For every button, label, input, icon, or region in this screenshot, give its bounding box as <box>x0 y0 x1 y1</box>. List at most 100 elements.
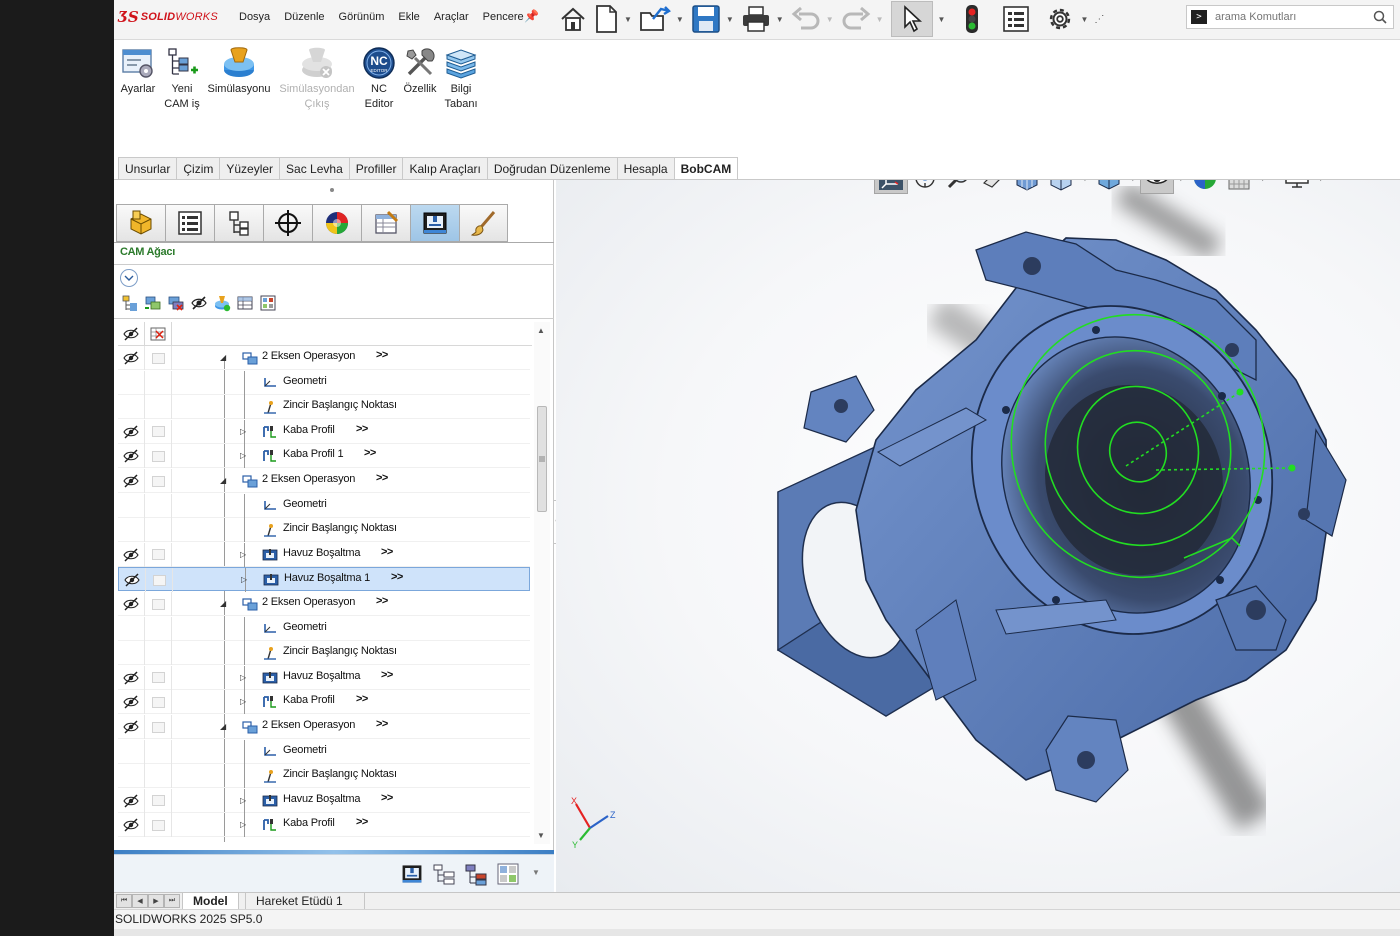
post-cell[interactable] <box>145 419 172 444</box>
select-button[interactable] <box>890 1 933 37</box>
post-checkbox-icon[interactable] <box>151 795 165 807</box>
zoom-to-area-button[interactable] <box>942 180 976 194</box>
expand-arrow-icon[interactable]: ▷ <box>240 451 246 460</box>
post-checkbox-icon[interactable] <box>151 549 165 561</box>
collapse-button[interactable] <box>120 269 138 287</box>
post-cell[interactable] <box>145 592 172 616</box>
post-checkbox-icon[interactable] <box>151 721 165 733</box>
expand-arrow-icon[interactable]: ▷ <box>240 427 246 436</box>
tree-row[interactable]: ▷ Havuz Boşaltma >> <box>118 788 530 813</box>
options-button[interactable] <box>1045 2 1075 36</box>
details-arrows[interactable]: >> <box>356 816 368 828</box>
details-arrows[interactable]: >> <box>364 447 376 459</box>
post-cell[interactable] <box>145 469 172 493</box>
details-arrows[interactable]: >> <box>356 693 368 705</box>
search-input[interactable] <box>1213 10 1363 24</box>
bottom-cam-machine-button[interactable] <box>398 861 426 887</box>
post-cell[interactable] <box>145 518 172 543</box>
details-arrows[interactable]: >> <box>376 472 388 484</box>
print-button[interactable] <box>741 2 771 36</box>
file-properties-button[interactable] <box>1002 2 1030 36</box>
tab-profiller[interactable]: Profiller <box>348 157 403 180</box>
post-checkbox-icon[interactable] <box>151 598 165 610</box>
scroll-up-icon[interactable]: ▲ <box>537 326 545 335</box>
tab-doğrudan-düzenleme[interactable]: Doğrudan Düzenleme <box>486 157 617 180</box>
expand-arrow-icon[interactable]: ▷ <box>240 673 246 682</box>
tree-tool-4-button[interactable] <box>189 293 209 313</box>
tree-tool-2-button[interactable] <box>143 293 163 313</box>
visibility-cell[interactable] <box>118 641 145 666</box>
post-cell[interactable] <box>145 444 172 469</box>
panel-tab-cam-tree[interactable] <box>410 204 459 242</box>
tree-row[interactable]: Geometri <box>118 370 530 395</box>
view-triad-button[interactable] <box>874 180 908 194</box>
tree-row[interactable]: ◢ 2 Eksen Operasyon >> <box>118 592 530 616</box>
header-post-column[interactable] <box>145 322 172 346</box>
tree-tool-7-button[interactable] <box>258 293 278 313</box>
menu-araclar[interactable]: Araçlar <box>427 11 476 23</box>
graphics-area[interactable]: ▼ ▼ ▼ ▼ ▼ X Z <box>556 180 1400 892</box>
tree-row[interactable]: ◢ 2 Eksen Operasyon >> <box>118 346 530 370</box>
chevron-down-icon[interactable]: ▼ <box>1129 180 1137 183</box>
post-checkbox-icon[interactable] <box>151 696 165 708</box>
post-checkbox-icon[interactable] <box>151 352 165 364</box>
tab-unsurlar[interactable]: Unsurlar <box>118 157 177 180</box>
tree-tool-3-button[interactable] <box>166 293 186 313</box>
visibility-cell[interactable] <box>118 370 145 395</box>
post-cell[interactable] <box>145 764 172 789</box>
tab-motion-study[interactable]: Hareket Etüdü 1 <box>245 893 365 910</box>
exit-simulation-button[interactable]: Simülasyondan Çıkış <box>276 46 358 112</box>
scrollbar-thumb[interactable] <box>537 406 547 512</box>
post-cell[interactable] <box>145 493 172 518</box>
details-arrows[interactable]: >> <box>381 792 393 804</box>
collapse-arrow-icon[interactable]: ◢ <box>220 599 226 608</box>
tree-row[interactable]: Zincir Başlangıç Noktası <box>118 641 530 666</box>
menu-ekle[interactable]: Ekle <box>391 11 426 23</box>
expand-arrow-icon[interactable]: ▷ <box>241 575 247 584</box>
post-cell[interactable] <box>145 370 172 395</box>
visibility-cell[interactable] <box>118 592 145 616</box>
visibility-cell[interactable] <box>118 346 145 370</box>
tree-row[interactable]: Geometri <box>118 739 530 764</box>
collapse-arrow-icon[interactable]: ◢ <box>220 722 226 731</box>
solidworks-logo[interactable]: ƷS SOLIDWORKS <box>118 7 218 27</box>
menu-pencere[interactable]: Pencere <box>476 11 531 23</box>
previous-view-button[interactable] <box>976 180 1010 194</box>
post-cell[interactable] <box>145 690 172 715</box>
tab-sac-levha[interactable]: Sac Levha <box>279 157 349 180</box>
tree-row[interactable]: Geometri <box>118 493 530 518</box>
visibility-cell[interactable] <box>118 739 145 764</box>
part-model[interactable] <box>556 180 1400 892</box>
bottom-table-button[interactable] <box>494 861 522 887</box>
panel-tab-feature-tree[interactable] <box>116 204 165 242</box>
chevron-down-icon[interactable]: ▼ <box>1080 15 1088 24</box>
visibility-cell[interactable] <box>118 665 145 690</box>
post-cell[interactable] <box>145 542 172 567</box>
expand-arrow-icon[interactable]: ▷ <box>240 796 246 805</box>
visibility-cell[interactable] <box>118 444 145 469</box>
post-cell[interactable] <box>145 616 172 641</box>
visibility-cell[interactable] <box>119 568 146 593</box>
chevron-down-icon[interactable]: ▼ <box>676 15 684 24</box>
collapse-arrow-icon[interactable]: ◢ <box>220 476 226 485</box>
visibility-cell[interactable] <box>118 469 145 493</box>
tab-model[interactable]: Model <box>182 893 239 910</box>
save-button[interactable] <box>691 2 721 36</box>
apply-scene-button[interactable] <box>1222 180 1256 194</box>
post-cell[interactable] <box>145 715 172 739</box>
visibility-cell[interactable] <box>118 813 145 838</box>
post-checkbox-icon[interactable] <box>151 475 165 487</box>
menu-gorunum[interactable]: Görünüm <box>332 11 392 23</box>
redo-button[interactable] <box>841 2 871 36</box>
nc-editor-button[interactable]: NC EDITOR NC Editor <box>360 46 398 112</box>
post-checkbox-icon[interactable] <box>151 819 165 831</box>
post-cell[interactable] <box>145 641 172 666</box>
menu-dosya[interactable]: Dosya <box>232 11 277 23</box>
details-arrows[interactable]: >> <box>381 546 393 558</box>
panel-tab-dimxpert[interactable] <box>263 204 312 242</box>
scroll-down-icon[interactable]: ▼ <box>537 831 545 840</box>
new-document-button[interactable] <box>593 2 619 36</box>
tab-yüzeyler[interactable]: Yüzeyler <box>219 157 280 180</box>
post-cell[interactable] <box>145 346 172 370</box>
home-button[interactable] <box>559 2 587 36</box>
